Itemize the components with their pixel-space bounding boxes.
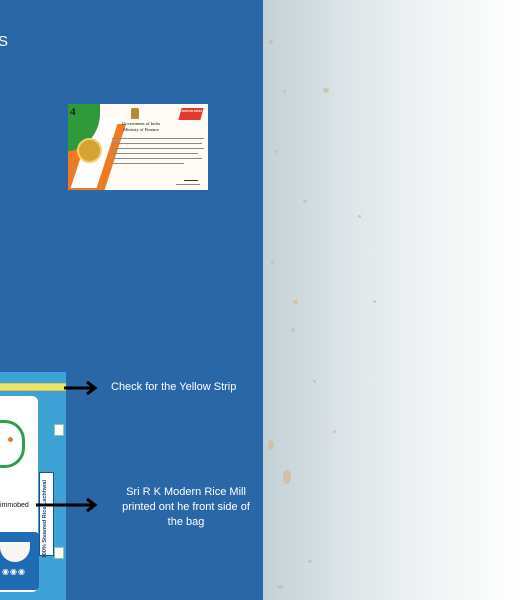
paint-speck (303, 200, 307, 203)
paint-speck (291, 328, 295, 332)
certificate-header-line2: Ministry of Finance (123, 126, 159, 132)
corner-logo-text: NATION FIRST (181, 109, 203, 113)
decorative-background (263, 0, 525, 600)
paint-speck (268, 440, 274, 450)
certificate-badge: 4 (70, 106, 76, 118)
paint-speck (308, 560, 312, 563)
paint-speck (275, 150, 278, 153)
bag-badges: ◉◉◉ (2, 567, 26, 576)
paint-speck (283, 470, 291, 484)
certificate-header-line1: Government of India (122, 121, 160, 126)
paint-speck (271, 260, 274, 264)
yellow-strip (0, 383, 66, 391)
bag-side-text: 100% Steamed Rice Lachhwal (42, 480, 48, 559)
paint-speck (323, 88, 329, 93)
paint-speck (269, 40, 273, 44)
medal-icon (77, 138, 102, 163)
paint-speck (333, 430, 336, 433)
rice-bag-image: immobed ◉◉◉ 100% Steamed Rice Lachhwal (0, 372, 66, 600)
arrow-right-icon (64, 380, 98, 396)
certificate-text-line (112, 143, 202, 144)
bag-side-icon (54, 547, 64, 559)
arrow-right-icon (36, 497, 98, 513)
bag-logo-dot (8, 437, 13, 442)
annotation-yellow-strip: Check for the Yellow Strip (111, 381, 237, 393)
certificate-text-line (112, 148, 204, 149)
certificate-text-line (112, 163, 184, 164)
slide-panel: S 4 NATION FIRST Government of India Min… (0, 0, 263, 600)
certificate-text-line (112, 158, 202, 159)
bag-front-text: immobed (0, 502, 29, 509)
paint-speck (293, 300, 298, 304)
signature (184, 176, 198, 181)
certificate-header: Government of India Ministry of Finance (116, 121, 166, 132)
paint-speck (278, 585, 283, 589)
emblem-icon (131, 108, 139, 119)
cut-title-fragment: S (0, 33, 9, 50)
paint-speck (313, 380, 316, 383)
bag-side-icon (54, 424, 64, 436)
paint-speck (373, 300, 376, 303)
annotation-front-print: Sri R K Modern Rice Mill printed ont he … (122, 486, 250, 528)
certificate-text-line (112, 138, 204, 139)
paint-speck (358, 215, 361, 218)
paint-speck (283, 90, 286, 93)
signature-line (176, 184, 200, 185)
certificate-text-line (112, 153, 198, 154)
certificate-thumbnail: 4 NATION FIRST Government of India Minis… (68, 104, 208, 190)
